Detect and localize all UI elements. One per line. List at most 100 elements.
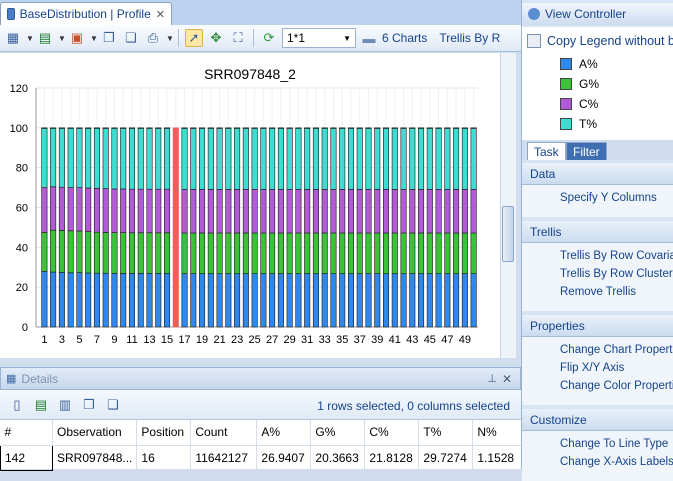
- column-header[interactable]: Position: [136, 420, 192, 446]
- layout-icon[interactable]: ▬: [360, 29, 378, 47]
- bar-segment-g: [269, 232, 276, 274]
- bar-segment-g: [453, 232, 460, 274]
- table-cell[interactable]: 20.3663: [310, 445, 366, 471]
- bar-segment-c: [461, 189, 468, 234]
- section-header-properties[interactable]: Properties: [522, 315, 673, 337]
- task-link[interactable]: Trellis By Row Covariate: [560, 250, 673, 262]
- chevron-down-icon[interactable]: ▼: [90, 34, 98, 43]
- copy-icon[interactable]: ❐: [80, 396, 98, 414]
- document-tab[interactable]: BaseDistribution | Profile ✕: [0, 2, 172, 25]
- copy-legend-button[interactable]: Copy Legend without b: [527, 34, 673, 48]
- legend-item[interactable]: A%: [560, 56, 598, 72]
- bar-segment-t: [339, 127, 346, 190]
- column-header[interactable]: C%: [364, 420, 420, 446]
- stacked-bar-chart[interactable]: 0204060801001201 3 5 7 9 11 13 15 17 19 21 23 25 27 29…: [0, 53, 500, 358]
- bar-segment-g: [277, 232, 284, 274]
- close-tab-icon[interactable]: ✕: [156, 8, 165, 21]
- fit-to-window-icon[interactable]: ⛶: [229, 29, 247, 47]
- powerpoint-export-icon[interactable]: ▣: [68, 29, 86, 47]
- bar-segment-c: [418, 189, 425, 234]
- bar-segment-n: [76, 127, 83, 129]
- table-cell[interactable]: SRR097848...: [52, 445, 138, 471]
- chevron-down-icon[interactable]: ▼: [166, 34, 174, 43]
- table-cell[interactable]: 29.7274: [418, 445, 474, 471]
- column-header[interactable]: #: [0, 420, 53, 446]
- table-cell[interactable]: 11642127: [190, 445, 258, 471]
- bar-segment-g: [426, 232, 433, 274]
- zoom-select-icon[interactable]: ✥: [207, 29, 225, 47]
- column-header[interactable]: T%: [418, 420, 474, 446]
- task-link[interactable]: Remove Trellis: [560, 286, 636, 298]
- copy-all-icon[interactable]: ❏: [104, 396, 122, 414]
- legend-item[interactable]: T%: [560, 116, 597, 132]
- task-link[interactable]: Change To Line Type: [560, 438, 668, 450]
- trellis-button[interactable]: Trellis By R: [439, 31, 500, 45]
- column-header[interactable]: G%: [310, 420, 366, 446]
- copy-legend-label: Copy Legend without b: [547, 34, 673, 48]
- bar-segment-a: [418, 273, 425, 328]
- copy-icon[interactable]: ❐: [100, 29, 118, 47]
- bar-segment-c: [50, 186, 57, 231]
- columns-icon[interactable]: ▥: [56, 396, 74, 414]
- task-link[interactable]: Flip X/Y Axis: [560, 362, 624, 374]
- document-icon[interactable]: ▯: [8, 396, 26, 414]
- scrollbar-thumb[interactable]: [502, 206, 514, 262]
- task-link[interactable]: Change Color Properties: [560, 380, 673, 392]
- excel-export-icon[interactable]: ▤: [36, 29, 54, 47]
- section-header-data[interactable]: Data: [522, 163, 673, 185]
- bar-segment-n: [418, 127, 425, 129]
- copy-all-icon[interactable]: ❏: [122, 29, 140, 47]
- table-cell[interactable]: 16: [136, 445, 192, 471]
- bar-segment-c: [435, 189, 442, 234]
- pin-icon[interactable]: ⊥: [487, 372, 497, 385]
- layout-select[interactable]: 1*1 ▼: [282, 28, 356, 48]
- excel-export-icon[interactable]: ▤: [32, 396, 50, 414]
- refresh-icon[interactable]: ⟳: [260, 29, 278, 47]
- legend-item[interactable]: G%: [560, 76, 599, 92]
- charts-count-button[interactable]: 6 Charts: [382, 31, 427, 45]
- column-header[interactable]: Observation: [52, 420, 138, 446]
- bar-segment-c: [111, 188, 118, 233]
- task-link[interactable]: Change Chart Properties: [560, 344, 673, 356]
- table-cell[interactable]: 1.1528: [472, 445, 524, 471]
- task-link[interactable]: Change X-Axis Labels: [560, 456, 673, 468]
- bar-segment-n: [426, 127, 433, 129]
- chevron-down-icon[interactable]: ▼: [58, 34, 66, 43]
- section-header-trellis[interactable]: Trellis: [522, 221, 673, 243]
- bar-segment-g: [286, 232, 293, 274]
- tab-filter[interactable]: Filter: [566, 142, 607, 160]
- table-cell[interactable]: 142: [0, 444, 53, 471]
- bar-segment-n: [347, 127, 354, 129]
- table-cell[interactable]: 21.8128: [364, 445, 420, 471]
- toolbar-divider: [178, 29, 179, 47]
- bar-segment-n: [461, 127, 468, 129]
- column-header[interactable]: N%: [472, 420, 524, 446]
- export-image-icon[interactable]: ▦: [4, 29, 22, 47]
- bar-segment-n: [444, 127, 451, 129]
- chevron-down-icon[interactable]: ▼: [26, 34, 34, 43]
- column-header[interactable]: Count: [190, 420, 258, 446]
- bar-segment-c: [128, 188, 135, 234]
- section-header-customize[interactable]: Customize: [522, 409, 673, 431]
- table-row[interactable]: 142 SRR097848... 16 11642127 26.9407 20.3663 2…: [0, 444, 524, 471]
- print-icon[interactable]: ⎙: [144, 29, 162, 47]
- legend-item[interactable]: C%: [560, 96, 598, 112]
- close-icon[interactable]: ✕: [502, 372, 512, 386]
- y-tick-label: 0: [22, 322, 28, 334]
- bar-segment-c: [277, 189, 284, 234]
- tab-task[interactable]: Task: [527, 142, 566, 160]
- x-tick-label: 3: [59, 334, 65, 346]
- bar-segment-n: [321, 127, 328, 129]
- bar-segment-c: [58, 186, 65, 231]
- bar-segment-a: [391, 273, 398, 328]
- bar-segment-g: [365, 232, 372, 274]
- pointer-tool-icon[interactable]: ➚: [185, 29, 203, 47]
- bar-segment-c: [216, 189, 223, 234]
- column-header[interactable]: A%: [256, 420, 312, 446]
- bar-segment-t: [199, 127, 206, 190]
- task-link[interactable]: Trellis By Row Cluster: [560, 268, 673, 280]
- bar-segment-g: [111, 232, 118, 274]
- splitter[interactable]: [0, 358, 521, 367]
- table-cell[interactable]: 26.9407: [256, 445, 312, 471]
- task-link[interactable]: Specify Y Columns: [560, 192, 657, 204]
